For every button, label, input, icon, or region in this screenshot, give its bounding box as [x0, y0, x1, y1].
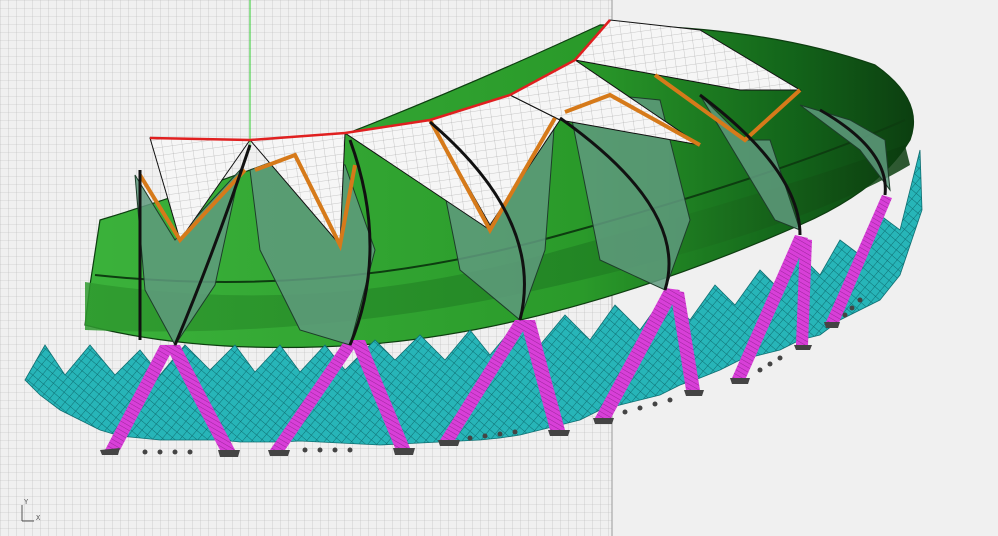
3d-model-scene[interactable]	[0, 0, 998, 536]
axis-label-x: X	[36, 514, 41, 522]
axis-label-y: Y	[24, 498, 29, 506]
cad-viewport[interactable]: Y X	[0, 0, 998, 536]
